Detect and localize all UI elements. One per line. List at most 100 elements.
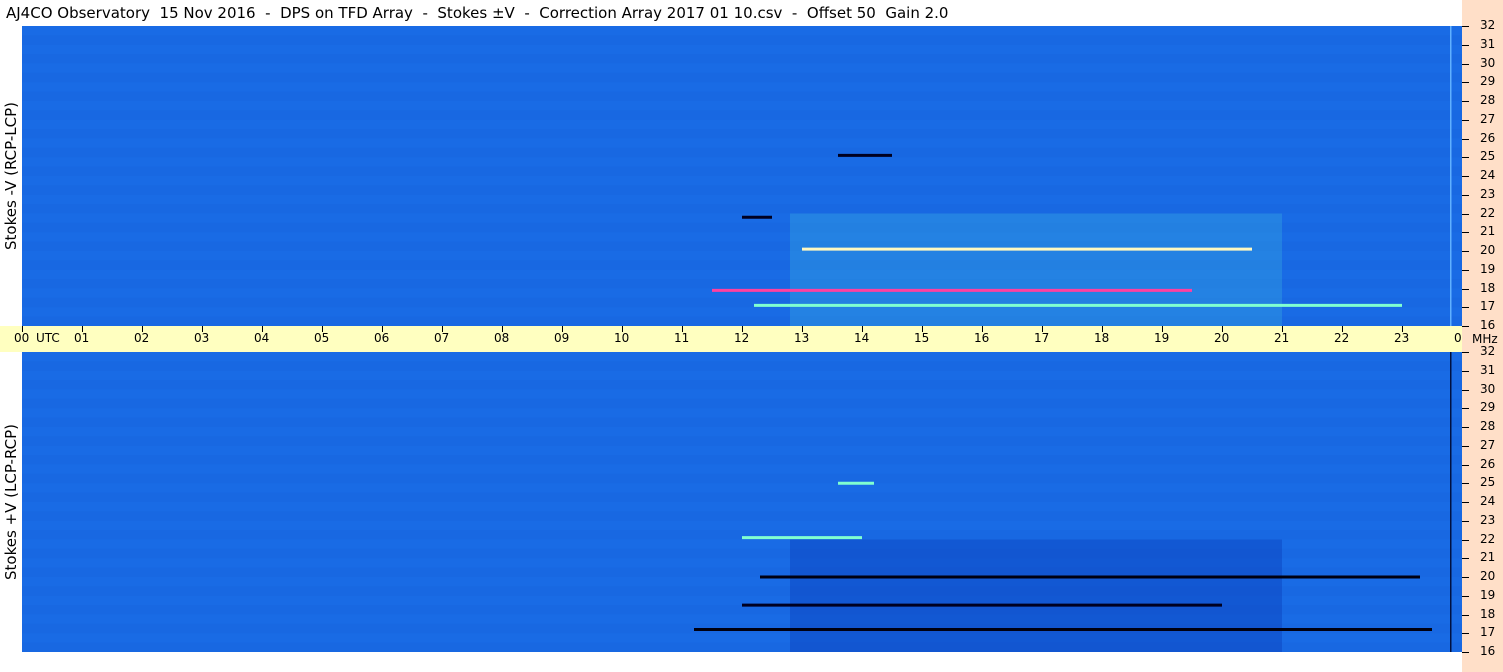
panel-edge-line — [1450, 26, 1452, 326]
emission-feature — [760, 575, 1420, 579]
spectrogram-band — [22, 129, 1462, 139]
spectrogram-band — [22, 380, 1462, 390]
spectrogram-band — [22, 82, 1462, 92]
freq-tick-mark — [1462, 539, 1469, 541]
spectrogram-band — [22, 361, 1462, 371]
time-tick-label: 18 — [1094, 331, 1110, 345]
top-spectrogram-svg — [22, 26, 1462, 326]
time-tick-label: 16 — [974, 331, 990, 345]
freq-tick-mark — [1462, 352, 1469, 353]
spectrogram-band — [22, 110, 1462, 120]
freq-tick-mark — [1462, 213, 1469, 215]
time-tick-label: 22 — [1334, 331, 1350, 345]
emission-feature — [742, 603, 1222, 607]
emission-feature — [802, 247, 1252, 251]
spectrogram-band — [22, 194, 1462, 205]
spectrogram-band — [22, 511, 1462, 521]
time-tick-label: 01 — [74, 331, 90, 345]
freq-tick-label: 22 — [1480, 531, 1496, 546]
time-tick-label: 06 — [374, 331, 390, 345]
time-tick-label: 14 — [854, 331, 870, 345]
time-tick-label: 13 — [794, 331, 810, 345]
freq-tick-label: 31 — [1480, 362, 1496, 377]
emission-feature — [694, 628, 1432, 631]
freq-tick-mark — [1462, 26, 1469, 27]
top-panel-ylabel: Stokes -V (RCP-LCP) — [2, 102, 20, 250]
freq-tick-label: 19 — [1480, 587, 1496, 602]
freq-tick-label: 31 — [1480, 36, 1496, 51]
time-tick-label: 19 — [1154, 331, 1170, 345]
time-tick-mark — [682, 326, 683, 332]
freq-tick-mark — [1462, 502, 1469, 503]
freq-tick-mark — [1462, 63, 1469, 65]
freq-tick-label: 27 — [1480, 437, 1496, 452]
time-tick-mark — [1102, 326, 1103, 332]
freq-tick-label: 18 — [1480, 606, 1496, 621]
time-tick-mark — [802, 326, 803, 332]
freq-tick-label: 16 — [1480, 644, 1496, 658]
freq-tick-mark — [1462, 558, 1469, 560]
freq-tick-label: 21 — [1480, 224, 1496, 239]
freq-tick-mark — [1462, 595, 1469, 597]
spectrogram-band — [22, 502, 1462, 512]
freq-tick-mark — [1462, 307, 1469, 309]
time-axis: 00 01 02 03 04 05 06 07 08 09 10 11 12 13 14 15 16 17 18 19… — [0, 326, 1469, 352]
time-tick-mark — [742, 326, 743, 332]
time-tick-mark — [202, 326, 203, 332]
freq-tick-mark — [1462, 119, 1469, 121]
spectrogram-band — [22, 54, 1462, 64]
spectrogram-band — [22, 157, 1462, 167]
time-tick-mark — [22, 326, 23, 332]
freq-tick-mark — [1462, 232, 1469, 234]
time-tick-label: 03 — [194, 331, 210, 345]
freq-tick-mark — [1462, 157, 1469, 159]
page-title: AJ4CO Observatory 15 Nov 2016 - DPS on T… — [6, 4, 949, 22]
freq-tick-label: 17 — [1480, 299, 1496, 314]
spectrogram-window: { "header": { "title": "AJ4CO Observator… — [0, 0, 1503, 672]
time-tick-mark — [1042, 326, 1043, 332]
spectrogram-band — [22, 101, 1462, 111]
freq-tick-label: 20 — [1480, 569, 1496, 583]
time-tick-mark — [322, 326, 323, 332]
spectrogram-band — [22, 63, 1462, 73]
freq-tick-mark — [1462, 483, 1469, 485]
spectrogram-band — [22, 520, 1462, 531]
freq-tick-label: 25 — [1480, 475, 1496, 490]
spectrogram-band — [22, 473, 1462, 484]
freq-tick-label: 23 — [1480, 512, 1496, 527]
bottom-panel-ylabel: Stokes +V (LCP-RCP) — [2, 424, 20, 580]
time-tick-mark — [622, 326, 623, 332]
spectrogram-band — [22, 26, 1462, 36]
freq-tick-mark — [1462, 652, 1469, 653]
spectrogram-band — [22, 408, 1462, 418]
freq-tick-mark — [1462, 614, 1469, 616]
time-tick-mark — [562, 326, 563, 332]
spectrogram-band — [22, 417, 1462, 427]
spectrogram-band — [22, 492, 1462, 502]
spectrogram-band — [22, 483, 1462, 493]
freq-tick-label: 27 — [1480, 111, 1496, 126]
daytime-region — [790, 213, 1282, 326]
time-tick-label: 15 — [914, 331, 930, 345]
spectrogram-band — [22, 398, 1462, 409]
freq-tick-label: 20 — [1480, 243, 1496, 257]
freq-tick-mark — [1462, 82, 1469, 84]
time-tick-mark — [862, 326, 863, 332]
time-tick-mark — [1282, 326, 1283, 332]
time-tick-label: 23 — [1394, 331, 1410, 345]
spectrogram-band — [22, 464, 1462, 474]
freq-tick-mark — [1462, 44, 1469, 46]
time-tick-label: 05 — [314, 331, 330, 345]
time-tick-mark — [142, 326, 143, 332]
time-tick-mark — [262, 326, 263, 332]
spectrogram-band — [22, 352, 1462, 362]
freq-tick-label: 16 — [1480, 318, 1496, 332]
freq-tick-label: 28 — [1480, 93, 1496, 107]
freq-tick-label: 23 — [1480, 186, 1496, 201]
freq-tick-label: 30 — [1480, 55, 1496, 70]
top-panel-ylabel-container: Stokes -V (RCP-LCP) — [0, 26, 22, 326]
freq-tick-mark — [1462, 464, 1469, 466]
spectrogram-band — [22, 389, 1462, 399]
emission-feature — [712, 288, 1192, 292]
freq-tick-label: 22 — [1480, 205, 1496, 220]
